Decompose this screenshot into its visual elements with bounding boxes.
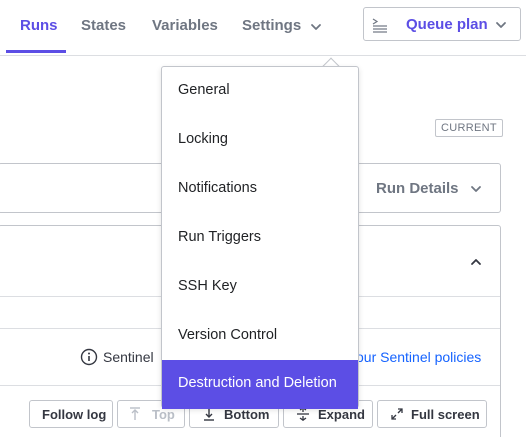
menu-item-ssh-key[interactable]: SSH Key [162,263,358,312]
tab-variables[interactable]: Variables [152,17,218,34]
queue-plan-label: Queue plan [406,16,488,33]
run-details-label[interactable]: Run Details [376,180,459,197]
sentinel-text: Sentinel [103,349,154,365]
menu-item-label: Destruction and Deletion [178,375,337,391]
menu-item-label: SSH Key [178,278,237,294]
menu-item-label: Notifications [178,180,257,196]
chevron-down-icon [494,18,508,32]
active-tab-indicator [6,50,66,53]
menu-item-destruction-and-deletion[interactable]: Destruction and Deletion [162,360,358,409]
menu-item-notifications[interactable]: Notifications [162,165,358,214]
tab-runs[interactable]: Runs [20,17,58,34]
arrow-down-icon [202,407,216,421]
tab-states[interactable]: States [81,17,126,34]
top-label: Top [152,407,175,422]
follow-log-button[interactable]: Follow log [29,400,113,428]
menu-item-label: General [178,82,230,98]
info-circle-icon [80,348,98,366]
settings-dropdown-menu: General Locking Notifications Run Trigge… [161,66,359,409]
full-screen-button[interactable]: Full screen [377,400,487,428]
sentinel-policies-link[interactable]: our Sentinel policies [356,349,481,365]
status-badge: CURRENT [435,119,503,137]
bottom-label: Bottom [224,407,270,422]
queue-list-icon [372,17,388,33]
arrow-up-icon [128,407,142,421]
menu-item-label: Version Control [178,327,278,343]
menu-item-label: Run Triggers [178,229,262,245]
follow-log-label: Follow log [42,407,107,422]
menu-item-general[interactable]: General [162,67,358,116]
chevron-down-icon[interactable] [309,20,323,34]
menu-item-run-triggers[interactable]: Run Triggers [162,214,358,263]
chevron-down-icon[interactable] [469,182,483,196]
workspace-nav: Runs States Variables Settings Queue pla… [0,0,526,56]
menu-item-locking[interactable]: Locking [162,116,358,165]
menu-item-label: Locking [178,131,228,147]
expand-label: Expand [318,407,365,422]
queue-plan-button[interactable]: Queue plan [363,7,521,41]
expand-icon [296,406,310,422]
tab-settings[interactable]: Settings [242,17,301,34]
chevron-up-icon[interactable] [469,255,483,269]
menu-item-version-control[interactable]: Version Control [162,312,358,361]
full-screen-label: Full screen [411,407,480,422]
maximize-icon [390,407,404,421]
